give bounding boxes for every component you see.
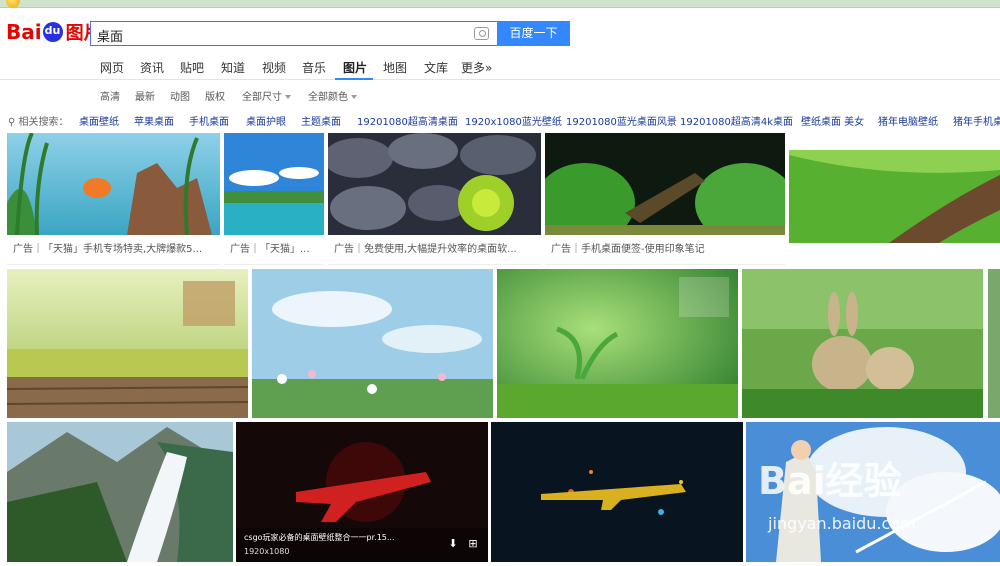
image-csgo-red-rifle[interactable]: csgo玩家必备的桌面壁纸整合一一pr.15... 1920x1080 ⬇ ⊞ <box>236 422 488 562</box>
image-lake-blue-sky[interactable] <box>224 133 324 235</box>
image-green-field[interactable] <box>789 150 1000 243</box>
tab-web[interactable]: 网页 <box>100 59 124 76</box>
related-item[interactable]: 1920x1080蓝光壁纸 <box>465 113 562 128</box>
related-item[interactable]: 19201080超高清桌面 <box>357 113 458 128</box>
image-aquarium-goldfish[interactable] <box>7 133 220 235</box>
filter-size-label: 全部尺寸 <box>242 92 282 103</box>
related-item[interactable]: 手机桌面 <box>189 113 229 128</box>
chevron-down-icon <box>351 95 357 99</box>
image-aquarium-plants[interactable] <box>545 133 785 235</box>
image-icon <box>545 133 785 235</box>
hover-card-size: 1920x1080 <box>244 547 290 556</box>
chevron-down-icon <box>285 95 291 99</box>
download-icon[interactable]: ⬇ <box>447 538 459 550</box>
image-icon <box>252 269 493 418</box>
tab-music[interactable]: 音乐 <box>302 59 326 76</box>
camera-icon[interactable] <box>474 27 489 40</box>
ad-caption[interactable]: 广告｜手机桌面便签-使用印象笔记 <box>545 235 785 265</box>
image-csgo-gold-rifle[interactable] <box>491 422 743 562</box>
image-calendar-wood-grass[interactable] <box>7 269 248 418</box>
watermark-url: jingyan.baidu.com <box>768 514 916 533</box>
image-icon <box>742 269 983 418</box>
logo-text: Bai <box>6 20 42 44</box>
tab-more[interactable]: 更多» <box>461 59 492 76</box>
related-item[interactable]: 苹果桌面 <box>134 113 174 128</box>
filter-bar: 高清 最新 动图 版权 全部尺寸 全部颜色 <box>0 86 1000 104</box>
nav-tabs: 网页 资讯 贴吧 知道 视频 音乐 图片 地图 文库 更多» <box>0 55 1000 80</box>
browser-icon <box>6 0 20 8</box>
ad-caption[interactable]: 广告｜免费使用,大幅提升效率的桌面软... <box>328 235 541 265</box>
related-label-text: 相关搜索： <box>18 117 69 128</box>
tab-video[interactable]: 视频 <box>262 59 286 76</box>
image-pebbles-chrysanthemum[interactable] <box>328 133 541 235</box>
related-item[interactable]: 19201080超高清4k桌面 <box>680 113 793 128</box>
image-waterfall-mountains[interactable] <box>7 422 233 562</box>
filter-latest[interactable]: 最新 <box>135 88 155 103</box>
tab-wenku[interactable]: 文库 <box>424 59 448 76</box>
tab-news[interactable]: 资讯 <box>140 59 164 76</box>
image-edge-partial[interactable] <box>988 269 1000 418</box>
tab-images[interactable]: 图片 <box>343 59 367 76</box>
paw-icon <box>42 22 63 42</box>
image-icon <box>7 133 220 235</box>
browser-titlebar <box>0 0 1000 8</box>
search-button[interactable]: 百度一下 <box>497 21 570 46</box>
hover-card: csgo玩家必备的桌面壁纸整合一一pr.15... 1920x1080 ⬇ ⊞ <box>236 528 488 562</box>
filter-color-label: 全部颜色 <box>308 92 348 103</box>
related-searches: ⚲ 相关搜索： 桌面壁纸 苹果桌面 手机桌面 桌面护眼 主题桌面 1920108… <box>0 111 1000 129</box>
filter-copyright[interactable]: 版权 <box>205 88 225 103</box>
ad-caption[interactable]: 广告｜「天猫」... <box>224 235 324 265</box>
image-icon <box>789 150 1000 243</box>
tab-map[interactable]: 地图 <box>383 59 407 76</box>
search-query: 桌面 <box>97 30 124 45</box>
filter-size[interactable]: 全部尺寸 <box>242 88 291 103</box>
image-icon <box>491 422 743 562</box>
image-rabbits-grass[interactable] <box>742 269 983 418</box>
zoom-icon[interactable]: ⊞ <box>467 538 479 550</box>
related-item[interactable]: 猪年手机桌 <box>953 113 1000 128</box>
search-input[interactable]: 桌面 <box>90 21 498 46</box>
related-item[interactable]: 桌面壁纸 <box>79 113 119 128</box>
filter-animated[interactable]: 动图 <box>170 88 190 103</box>
filter-color[interactable]: 全部颜色 <box>308 88 357 103</box>
related-label: ⚲ 相关搜索： <box>8 117 69 128</box>
active-tab-indicator <box>335 78 373 80</box>
image-anime-clouds[interactable]: Bai经验 jingyan.baidu.com <box>746 422 1000 562</box>
related-item[interactable]: 壁纸桌面 美女 <box>801 113 864 128</box>
hover-card-title: csgo玩家必备的桌面壁纸整合一一pr.15... <box>244 533 395 542</box>
related-item[interactable]: 猪年电脑壁纸 <box>878 113 938 128</box>
baidu-logo[interactable]: Bai 图片 <box>6 17 102 47</box>
image-icon <box>328 133 541 235</box>
tab-tieba[interactable]: 贴吧 <box>180 59 204 76</box>
ad-caption[interactable]: 广告｜「天猫」手机专场特卖,大牌爆款5... <box>7 235 220 265</box>
tab-zhidao[interactable]: 知道 <box>221 59 245 76</box>
filter-hd[interactable]: 高清 <box>100 88 120 103</box>
image-icon <box>224 133 324 235</box>
image-flowers-sky[interactable] <box>252 269 493 418</box>
related-item[interactable]: 桌面护眼 <box>246 113 286 128</box>
related-item[interactable]: 19201080蓝光桌面风景 <box>566 113 677 128</box>
related-item[interactable]: 主题桌面 <box>301 113 341 128</box>
image-icon <box>497 269 738 418</box>
image-icon <box>7 269 248 418</box>
image-sprout-calendar[interactable] <box>497 269 738 418</box>
watermark-logo: Bai经验 <box>758 459 902 503</box>
image-icon <box>7 422 233 562</box>
